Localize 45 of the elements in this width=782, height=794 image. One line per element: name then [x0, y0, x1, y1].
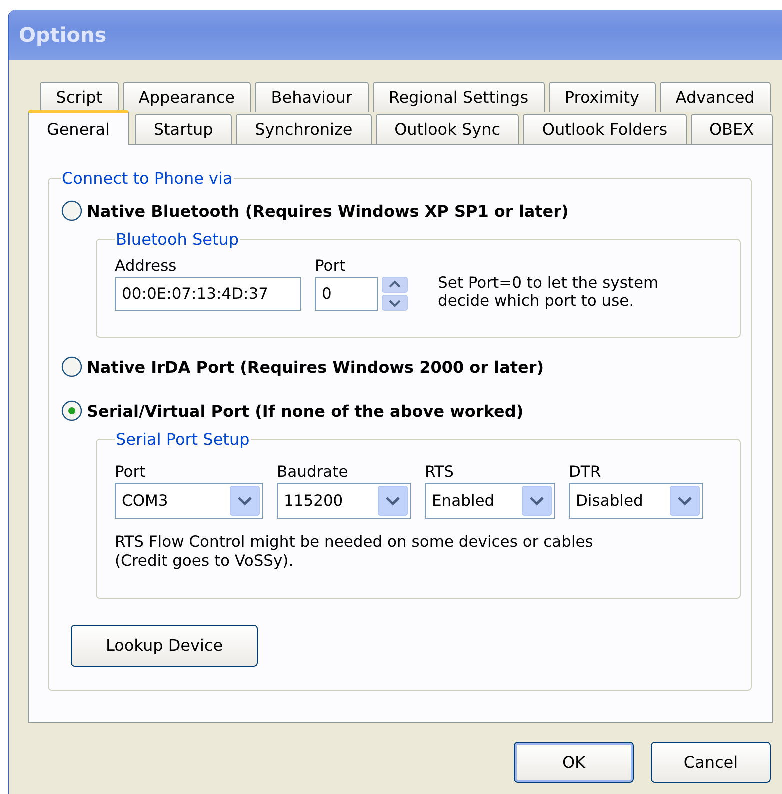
tab[interactable]: Startup — [134, 114, 232, 144]
chevron-down-icon — [378, 486, 408, 516]
radio-label[interactable]: Native IrDA Port (Requires Windows 2000 or later) — [87, 358, 544, 376]
port-field[interactable]: 0 — [315, 277, 378, 311]
tab[interactable]: Synchronize — [236, 114, 372, 144]
field-label: Port — [315, 257, 347, 275]
spin-down-icon[interactable] — [382, 295, 408, 311]
hint-text: Set Port=0 to let the system decide which port to use. — [438, 274, 660, 311]
tab[interactable]: Regional Settings — [372, 82, 545, 112]
radio-label[interactable]: Serial/Virtual Port (If none of the above worked) — [87, 402, 524, 420]
radio-button[interactable] — [61, 400, 83, 422]
ok-button[interactable]: OK — [514, 742, 634, 783]
tab[interactable]: Script — [40, 82, 119, 112]
chevron-down-icon — [522, 486, 552, 516]
note-text: RTS Flow Control might be needed on some devices or cables (Credit goes to VoSSy). — [115, 533, 594, 572]
chevron-down-icon — [230, 486, 260, 516]
radio-label[interactable]: Native Bluetooth (Requires Windows XP SP1 or later) — [87, 202, 569, 220]
radio-button[interactable] — [61, 200, 83, 222]
tab[interactable]: Outlook Sync — [376, 114, 520, 144]
chevron-down-icon — [670, 486, 700, 516]
group-title: Connect to Phone via — [61, 169, 234, 188]
tab[interactable]: Proximity — [548, 82, 656, 112]
radio-button[interactable] — [61, 356, 83, 378]
field-label: Address — [115, 257, 178, 275]
tab[interactable]: OBEX — [690, 114, 774, 144]
dropdown[interactable]: Disabled — [569, 483, 703, 519]
cancel-button[interactable]: Cancel — [651, 742, 771, 783]
lookup-device-button[interactable]: Lookup Device — [71, 624, 258, 667]
group-title: Bluetooh Setup — [115, 230, 240, 249]
address-field[interactable]: 00:0E:07:13:4D:37 — [115, 277, 301, 311]
tab[interactable]: Outlook Folders — [523, 114, 686, 144]
group-title: Serial Port Setup — [115, 430, 251, 449]
field-label: RTS — [425, 463, 455, 481]
dropdown[interactable]: COM3 — [115, 483, 263, 519]
dropdown[interactable]: 115200 — [277, 483, 411, 519]
tab[interactable]: Advanced — [660, 82, 771, 112]
dropdown[interactable]: Enabled — [425, 483, 555, 519]
window-title: Options — [19, 23, 107, 47]
tab[interactable]: Behaviour — [255, 82, 369, 112]
field-label: Port — [115, 463, 147, 481]
tab[interactable]: General — [28, 110, 129, 145]
spin-up-icon[interactable] — [382, 277, 408, 293]
field-label: Baudrate — [277, 463, 350, 481]
tab[interactable]: Appearance — [122, 82, 252, 112]
field-label: DTR — [569, 463, 602, 481]
